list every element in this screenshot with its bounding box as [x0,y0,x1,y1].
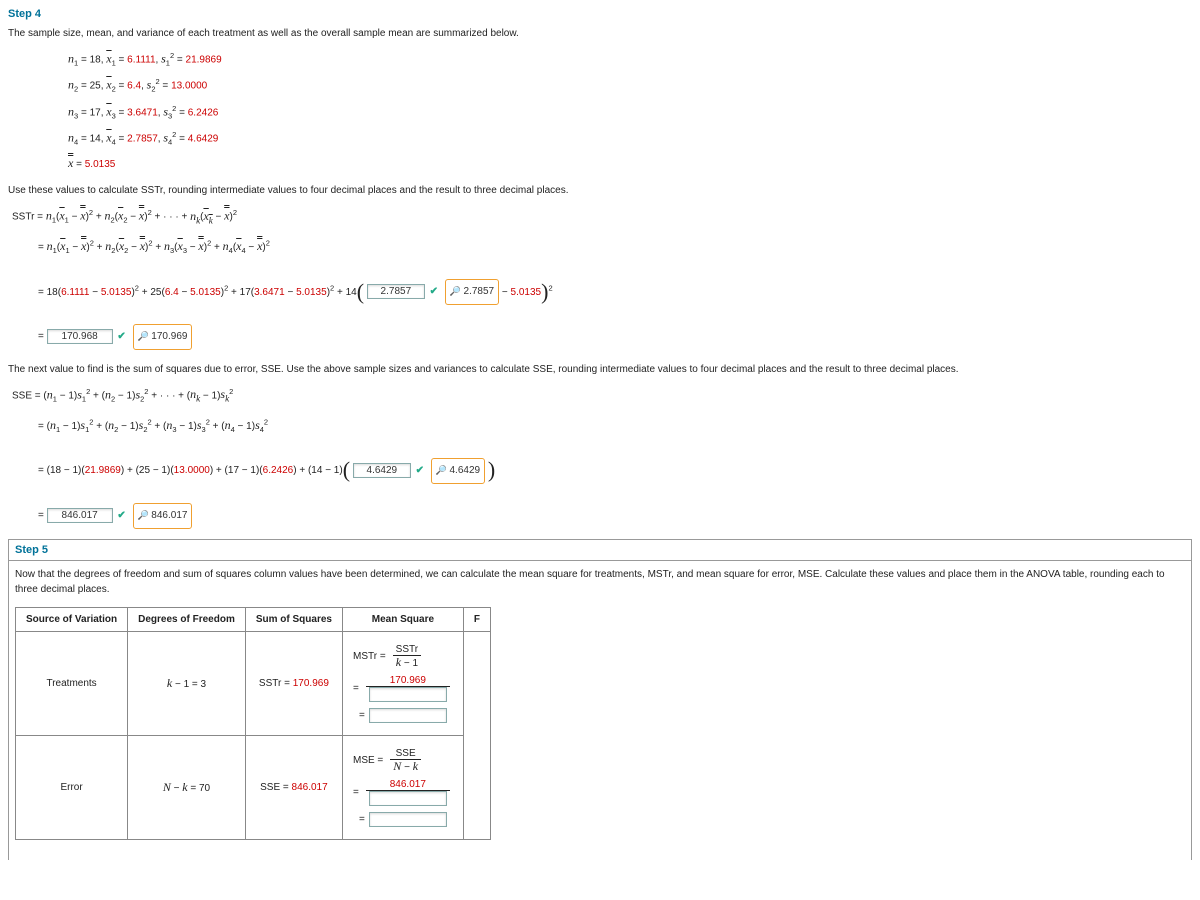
sse-numeric: = (18 − 1)(21.9869) + (25 − 1)(13.0000) … [38,446,1192,494]
sse-s4-hint[interactable]: 4.6429 [431,458,485,484]
sstr-result-line: = ✔ 170.969 [38,324,1192,350]
sstr-result-input[interactable] [47,329,113,344]
check-icon: ✔ [117,331,125,342]
sse-result-hint[interactable]: 846.017 [133,503,193,529]
sstr-instructions: Use these values to calculate SSTr, roun… [8,183,1192,198]
sstr-expanded: = n1(x1 − x)2 + n2(x2 − x)2 + n3(x3 − x)… [38,233,1192,260]
step5-intro: Now that the degrees of freedom and sum … [9,567,1191,597]
col-f: F [463,607,490,631]
col-df: Degrees of Freedom [128,607,246,631]
mstr-den-input[interactable] [369,687,447,702]
sse-result-input[interactable] [47,508,113,523]
mstr-result-input[interactable] [369,708,447,723]
step4-title: Step 4 [8,8,1192,20]
group2-stats: n2 = 25, x2 = 6.4, s22 = 13.0000 [68,77,1192,93]
sstr-numeric: = 18(6.1111 − 5.0135)2 + 25(6.4 − 5.0135… [38,268,1192,316]
table-row-error: Error N − k = 70 SSE = 846.017 MSE = SSE… [16,735,491,839]
group3-stats: n3 = 17, x3 = 3.6471, s32 = 6.2426 [68,104,1192,120]
check-icon: ✔ [430,286,438,297]
check-icon: ✔ [117,510,125,521]
col-source: Source of Variation [16,607,128,631]
sstr-result-hint[interactable]: 170.969 [133,324,193,350]
sstr-xbar4-input[interactable] [367,284,425,299]
check-icon: ✔ [416,465,424,476]
col-ss: Sum of Squares [245,607,342,631]
group1-stats: n1 = 18, x1 = 6.1111, s12 = 21.9869 [68,51,1192,67]
col-ms: Mean Square [342,607,463,631]
step4-intro: The sample size, mean, and variance of e… [8,26,1192,41]
sse-formula: SSE = (n1 − 1)s12 + (n2 − 1)s22 + · · · … [12,387,1192,404]
mse-result-input[interactable] [369,812,447,827]
sse-s4-input[interactable] [353,463,411,478]
group4-stats: n4 = 14, x4 = 2.7857, s42 = 4.6429 [68,130,1192,146]
table-row-treatments: Treatments k − 1 = 3 SSTr = 170.969 MSTr… [16,631,491,735]
mse-den-input[interactable] [369,791,447,806]
sse-expanded: = (n1 − 1)s12 + (n2 − 1)s22 + (n3 − 1)s3… [38,412,1192,439]
sse-instructions: The next value to find is the sum of squ… [8,362,1192,377]
step5-container: Step 5 Now that the degrees of freedom a… [8,539,1192,860]
anova-table: Source of Variation Degrees of Freedom S… [15,607,491,840]
sstr-formula: SSTr = n1(x1 − x)2 + n2(x2 − x)2 + · · ·… [12,208,1192,225]
step5-title: Step 5 [9,540,1191,561]
grand-mean: x = 5.0135 [68,156,1192,171]
sse-result-line: = ✔ 846.017 [38,503,1192,529]
sstr-xbar4-hint[interactable]: 2.7857 [445,279,499,305]
